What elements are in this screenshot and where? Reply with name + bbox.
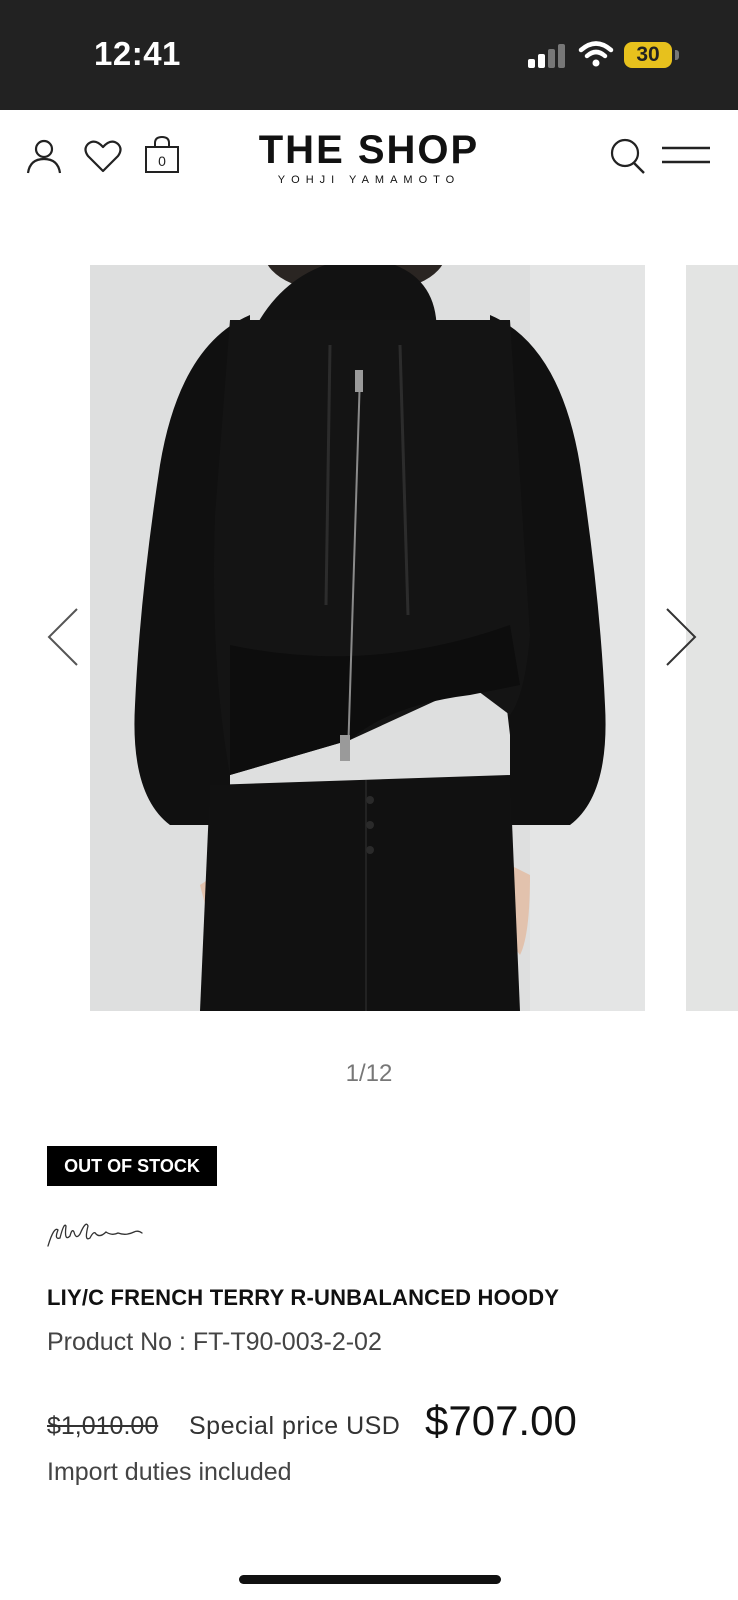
product-name: LIY/C FRENCH TERRY R-UNBALANCED HOODY bbox=[47, 1285, 560, 1310]
special-price-label: Special price USD bbox=[189, 1412, 401, 1440]
logo-sub: YOHJI YAMAMOTO bbox=[277, 174, 461, 186]
product-number: Product No : FT-T90-003-2-02 bbox=[47, 1328, 382, 1356]
product-image[interactable] bbox=[90, 265, 645, 1011]
product-gallery[interactable] bbox=[0, 265, 738, 1011]
menu-icon[interactable] bbox=[662, 146, 710, 164]
special-price: $707.00 bbox=[425, 1397, 577, 1444]
import-duties-note: Import duties included bbox=[47, 1458, 292, 1486]
price-row: $1,010.00 Special price USD $707.00 bbox=[47, 1397, 727, 1457]
search-icon[interactable] bbox=[610, 138, 646, 174]
battery-tip bbox=[675, 50, 679, 60]
status-time: 12:41 bbox=[94, 35, 181, 72]
image-counter: 1/12 bbox=[345, 1060, 393, 1087]
original-price: $1,010.00 bbox=[47, 1412, 159, 1440]
signal-icon bbox=[528, 44, 565, 68]
hoodie-illustration bbox=[90, 265, 645, 1011]
site-header: 0 THE SHOP YOHJI YAMAMOTO bbox=[0, 110, 738, 228]
wifi-icon bbox=[578, 41, 614, 67]
brand-signature-logo bbox=[47, 1223, 143, 1247]
chevron-right-icon[interactable] bbox=[660, 605, 700, 669]
out-of-stock-badge: OUT OF STOCK bbox=[47, 1146, 217, 1186]
status-bar: 12:41 30 bbox=[0, 0, 738, 110]
home-indicator[interactable] bbox=[239, 1575, 501, 1584]
chevron-left-icon[interactable] bbox=[44, 605, 84, 669]
battery-indicator: 30 bbox=[624, 42, 672, 68]
